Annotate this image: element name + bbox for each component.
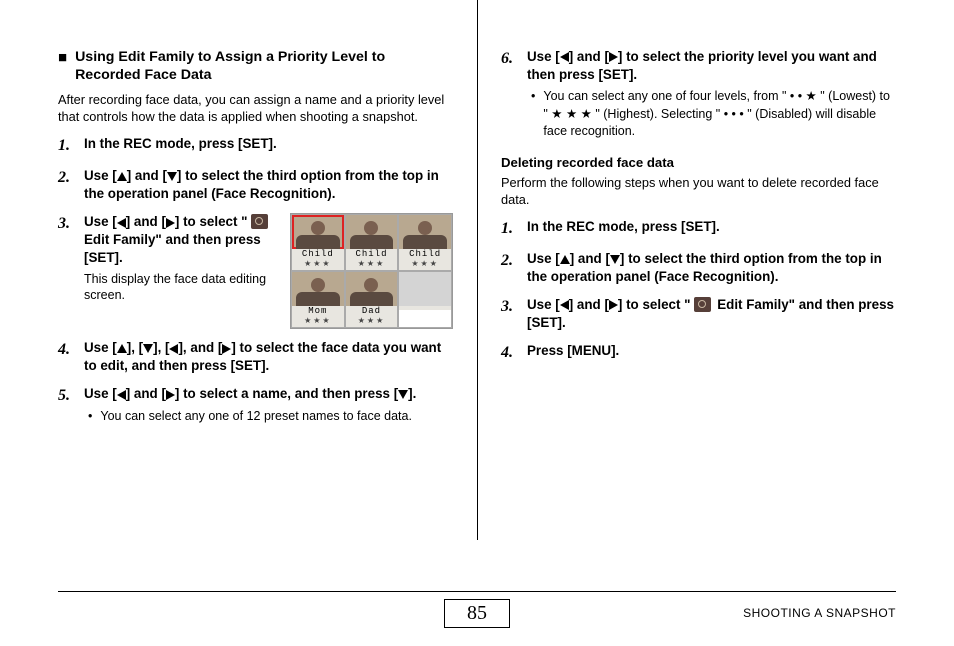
step-text: Use [] and [] to select " Edit Family" a…: [527, 296, 896, 332]
step-number: 3.: [501, 296, 521, 332]
up-arrow-icon: [560, 255, 570, 264]
face-thumbnail: [346, 215, 398, 249]
face-cell-empty: [398, 271, 452, 328]
right-arrow-icon: [609, 52, 618, 62]
delete-step-4: 4. Press [MENU].: [501, 342, 896, 364]
face-thumbnail: [292, 272, 344, 306]
left-arrow-icon: [117, 218, 126, 228]
face-thumbnail: [399, 272, 451, 306]
right-arrow-icon: [166, 390, 175, 400]
left-column: ■ Using Edit Family to Assign a Priority…: [58, 48, 477, 588]
delete-subheading: Deleting recorded face data: [501, 155, 896, 170]
face-data-grid: Child ★★★ Child ★★★ Child ★★★: [290, 213, 453, 329]
step-number: 3.: [58, 213, 78, 329]
step-number: 4.: [501, 342, 521, 364]
content-columns: ■ Using Edit Family to Assign a Priority…: [58, 48, 896, 588]
bullet-note: • You can select any one of four levels,…: [527, 88, 896, 141]
right-arrow-icon: [609, 300, 618, 310]
face-thumbnail: [292, 215, 344, 249]
footer-rule: [58, 591, 896, 592]
bullet-dot-icon: •: [531, 88, 535, 141]
face-cell: Mom ★★★: [291, 271, 345, 328]
up-arrow-icon: [117, 344, 127, 353]
page-number: 85: [444, 599, 510, 628]
step-text: In the REC mode, press [SET].: [527, 218, 896, 240]
left-arrow-icon: [560, 52, 569, 62]
delete-step-1: 1. In the REC mode, press [SET].: [501, 218, 896, 240]
delete-intro: Perform the following steps when you wan…: [501, 174, 896, 209]
left-arrow-icon: [117, 390, 126, 400]
edit-family-icon: [251, 214, 268, 229]
down-arrow-icon: [610, 255, 620, 264]
step-4: 4. Use [], [], [], and [] to select the …: [58, 339, 453, 375]
step-number: 2.: [501, 250, 521, 286]
footer-title: SHOOTING A SNAPSHOT: [743, 606, 896, 620]
step-number: 4.: [58, 339, 78, 375]
step-text: Use [], [], [], and [] to select the fac…: [84, 339, 453, 375]
section-heading: ■ Using Edit Family to Assign a Priority…: [58, 48, 453, 85]
up-arrow-icon: [117, 172, 127, 181]
edit-family-icon: [694, 297, 711, 312]
step-3: 3. Use [] and [] to select " Edit Family…: [58, 213, 453, 329]
delete-step-3: 3. Use [] and [] to select " Edit Family…: [501, 296, 896, 332]
step-number: 2.: [58, 167, 78, 203]
right-column: 6. Use [] and [] to select the priority …: [477, 48, 896, 588]
page-footer: 85 SHOOTING A SNAPSHOT: [58, 591, 896, 628]
down-arrow-icon: [398, 390, 408, 399]
step-text: Press [MENU].: [527, 342, 896, 364]
step-note: This display the face data editing scree…: [84, 271, 282, 305]
step-2: 2. Use [] and [] to select the third opt…: [58, 167, 453, 203]
step-text: Use [] and [] to select the third option…: [84, 167, 453, 203]
step-text: Use [] and [] to select the third option…: [527, 250, 896, 286]
right-arrow-icon: [222, 344, 231, 354]
face-thumbnail: [399, 215, 451, 249]
right-arrow-icon: [166, 218, 175, 228]
step-text: Use [] and [] to select the priority lev…: [527, 48, 896, 84]
down-arrow-icon: [143, 344, 153, 353]
intro-paragraph: After recording face data, you can assig…: [58, 91, 453, 126]
step-text: Use [] and [] to select a name, and then…: [84, 385, 453, 403]
face-thumbnail: [346, 272, 398, 306]
step-text: Use [] and [] to select " Edit Family" a…: [84, 213, 282, 267]
face-cell: Child ★★★: [291, 214, 345, 271]
step-number: 1.: [501, 218, 521, 240]
step-6: 6. Use [] and [] to select the priority …: [501, 48, 896, 141]
bullet-dot-icon: •: [88, 408, 92, 426]
face-cell: Child ★★★: [398, 214, 452, 271]
face-cell: Child ★★★: [345, 214, 399, 271]
step-1: 1. In the REC mode, press [SET].: [58, 135, 453, 157]
delete-step-2: 2. Use [] and [] to select the third opt…: [501, 250, 896, 286]
down-arrow-icon: [167, 172, 177, 181]
step-number: 1.: [58, 135, 78, 157]
bullet-note: • You can select any one of 12 preset na…: [84, 408, 453, 426]
square-bullet-icon: ■: [58, 48, 67, 85]
step-number: 6.: [501, 48, 521, 141]
left-arrow-icon: [560, 300, 569, 310]
step-5: 5. Use [] and [] to select a name, and t…: [58, 385, 453, 425]
step-number: 5.: [58, 385, 78, 425]
face-cell: Dad ★★★: [345, 271, 399, 328]
heading-text: Using Edit Family to Assign a Priority L…: [75, 48, 453, 85]
step-text: In the REC mode, press [SET].: [84, 136, 277, 151]
